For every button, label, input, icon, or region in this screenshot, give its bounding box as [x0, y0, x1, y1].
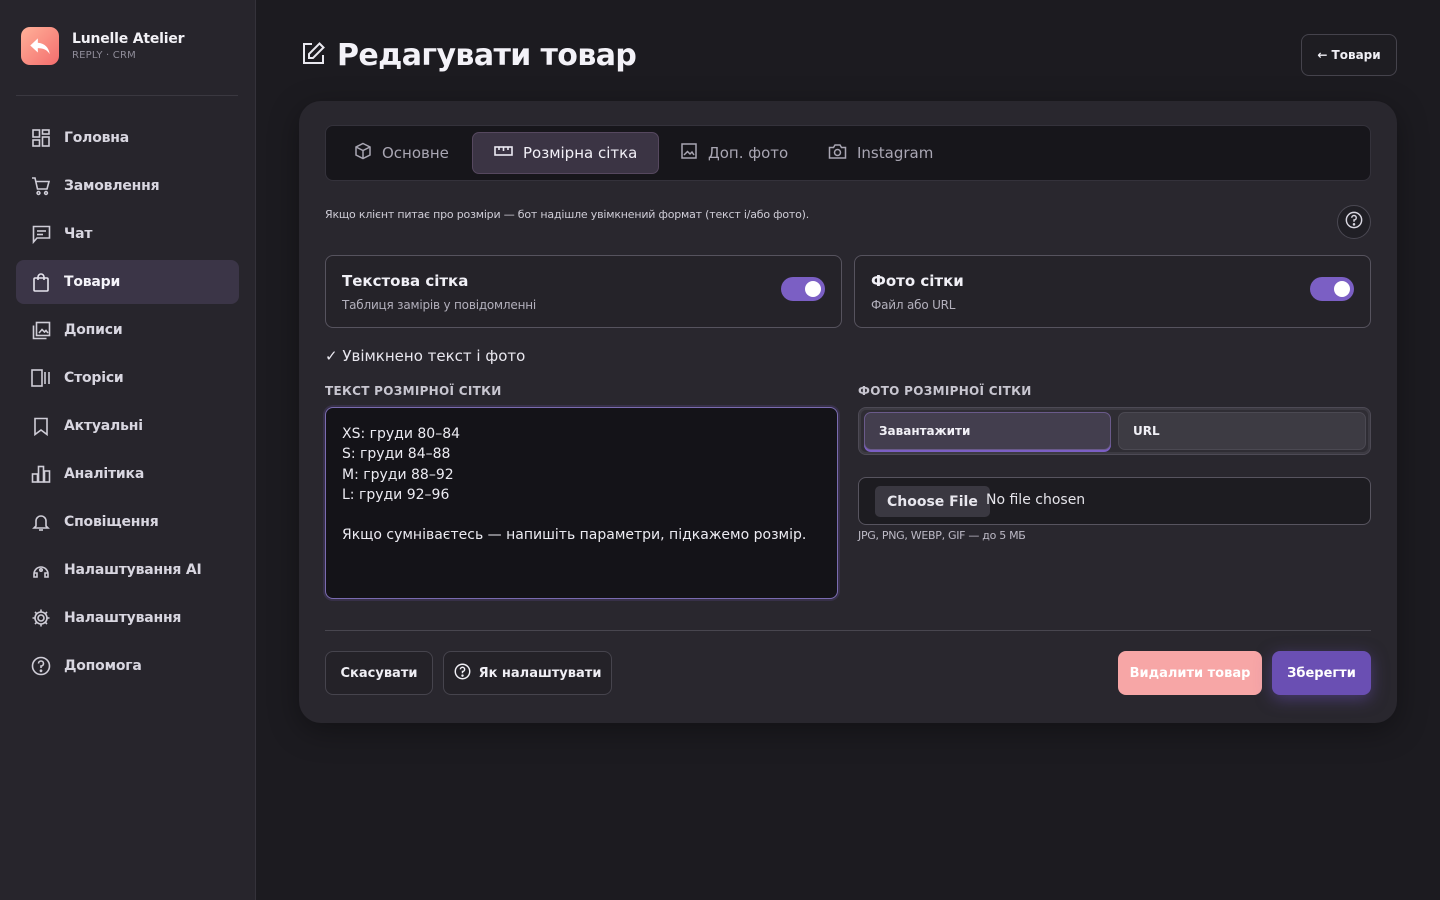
- gallery-icon: [31, 320, 51, 340]
- text-section-label: ТЕКСТ РОЗМІРНОЇ СІТКИ: [325, 384, 502, 398]
- grid-icon: [31, 128, 51, 148]
- product-edit-card: Основне Розмірна сітка Доп. фото Instagr…: [299, 101, 1397, 723]
- help-button[interactable]: [1337, 205, 1371, 239]
- text-chart-toggle-card: Текстова сітка Таблиця замірів у повідом…: [325, 255, 842, 328]
- photo-chart-switch[interactable]: [1310, 277, 1354, 301]
- sidebar-item-label: Сторіси: [64, 370, 124, 386]
- cancel-button[interactable]: Скасувати: [325, 651, 433, 695]
- bag-icon: [31, 272, 51, 292]
- photo-chart-toggle-card: Фото сітки Файл або URL: [854, 255, 1371, 328]
- tab-label: Доп. фото: [708, 144, 789, 162]
- help-icon: [1345, 211, 1363, 233]
- chart-icon: [31, 464, 51, 484]
- chat-icon: [31, 224, 51, 244]
- upload-tab-button[interactable]: Завантажити: [864, 412, 1111, 450]
- page-title: Редагувати товар: [337, 38, 637, 73]
- stories-icon: [31, 368, 51, 388]
- howto-button[interactable]: Як налаштувати: [443, 651, 612, 695]
- help-icon: [31, 656, 51, 676]
- sidebar-item-highlights[interactable]: Актуальні: [16, 404, 239, 448]
- sidebar-item-label: Актуальні: [64, 418, 143, 434]
- delete-product-button[interactable]: Видалити товар: [1118, 651, 1262, 695]
- choose-file-button[interactable]: Choose File: [875, 486, 990, 517]
- sidebar-item-settings[interactable]: Налаштування: [16, 596, 239, 640]
- sidebar-item-posts[interactable]: Дописи: [16, 308, 239, 352]
- sidebar-item-notifications[interactable]: Сповіщення: [16, 500, 239, 544]
- file-name-text: No file chosen: [986, 492, 1086, 508]
- reply-logo-icon: [21, 27, 59, 65]
- tab-label: Основне: [382, 144, 449, 162]
- sidebar-item-label: Чат: [64, 226, 93, 242]
- bookmark-icon: [31, 416, 51, 436]
- tab-size-chart[interactable]: Розмірна сітка: [472, 132, 660, 174]
- sidebar-item-products[interactable]: Товари: [16, 260, 239, 304]
- sidebar-item-label: Товари: [64, 274, 121, 290]
- switch-knob: [1334, 281, 1350, 297]
- sidebar-item-stories[interactable]: Сторіси: [16, 356, 239, 400]
- photo-source-segmented: Завантажити URL: [858, 407, 1371, 455]
- brand-subtitle: REPLY · CRM: [72, 50, 136, 61]
- ruler-icon: [494, 144, 513, 162]
- sidebar: Lunelle Atelier REPLY · CRM Головна Замо…: [0, 0, 256, 900]
- toggle-title: Фото сітки: [871, 272, 964, 290]
- sidebar-divider: [16, 95, 238, 96]
- sidebar-item-label: Дописи: [64, 322, 123, 338]
- actions-divider: [325, 630, 1371, 631]
- tab-label: Розмірна сітка: [523, 144, 638, 162]
- switch-knob: [805, 281, 821, 297]
- image-icon: [680, 142, 698, 164]
- howto-label: Як налаштувати: [478, 665, 602, 681]
- edit-icon: [301, 41, 326, 70]
- cart-icon: [31, 176, 51, 196]
- sidebar-item-label: Допомога: [64, 658, 142, 674]
- sidebar-item-label: Налаштування: [64, 610, 182, 626]
- bell-icon: [31, 512, 51, 532]
- toggle-subtitle: Таблиця замірів у повідомленні: [342, 298, 536, 312]
- size-chart-textarea[interactable]: XS: груди 80–84 S: груди 84–88 M: груди …: [325, 407, 838, 599]
- sidebar-item-ai-settings[interactable]: Налаштування AI: [16, 548, 239, 592]
- sidebar-item-orders[interactable]: Замовлення: [16, 164, 239, 208]
- tab-label: Instagram: [857, 144, 934, 162]
- url-tab-button[interactable]: URL: [1118, 412, 1366, 450]
- sidebar-item-home[interactable]: Головна: [16, 116, 239, 160]
- save-button[interactable]: Зберегти: [1272, 651, 1371, 695]
- sidebar-item-label: Сповіщення: [64, 514, 159, 530]
- camera-icon: [828, 143, 847, 164]
- brand[interactable]: Lunelle Atelier REPLY · CRM: [21, 27, 185, 65]
- sidebar-item-help[interactable]: Допомога: [16, 644, 239, 688]
- brand-name: Lunelle Atelier: [72, 31, 185, 47]
- file-input[interactable]: Choose File No file chosen: [858, 477, 1371, 525]
- sidebar-item-analytics[interactable]: Аналітика: [16, 452, 239, 496]
- sidebar-item-chat[interactable]: Чат: [16, 212, 239, 256]
- box-icon: [354, 142, 372, 164]
- gear-icon: [31, 608, 51, 628]
- sidebar-item-label: Аналітика: [64, 466, 145, 482]
- tab-general[interactable]: Основне: [333, 132, 470, 174]
- size-chart-hint: Якщо клієнт питає про розміри — бот наді…: [325, 208, 810, 221]
- ai-icon: [31, 560, 51, 580]
- sidebar-item-label: Головна: [64, 130, 129, 146]
- status-text: ✓ Увімкнено текст і фото: [325, 347, 526, 365]
- tab-extra-photos[interactable]: Доп. фото: [659, 132, 809, 174]
- toggle-title: Текстова сітка: [342, 272, 469, 290]
- tab-instagram[interactable]: Instagram: [807, 132, 954, 174]
- file-format-hint: JPG, PNG, WEBP, GIF — до 5 МБ: [858, 529, 1026, 542]
- toggle-subtitle: Файл або URL: [871, 298, 956, 312]
- sidebar-item-label: Замовлення: [64, 178, 160, 194]
- page-header: Редагувати товар: [301, 38, 637, 73]
- sidebar-item-label: Налаштування AI: [64, 562, 202, 578]
- photo-section-label: ФОТО РОЗМІРНОЇ СІТКИ: [858, 384, 1032, 398]
- sidebar-nav: Головна Замовлення Чат Товари Дописи Сто…: [16, 116, 239, 692]
- back-to-products-button[interactable]: ← Товари: [1301, 34, 1397, 76]
- tab-bar: Основне Розмірна сітка Доп. фото Instagr…: [325, 125, 1371, 181]
- help-icon: [454, 663, 471, 684]
- text-chart-switch[interactable]: [781, 277, 825, 301]
